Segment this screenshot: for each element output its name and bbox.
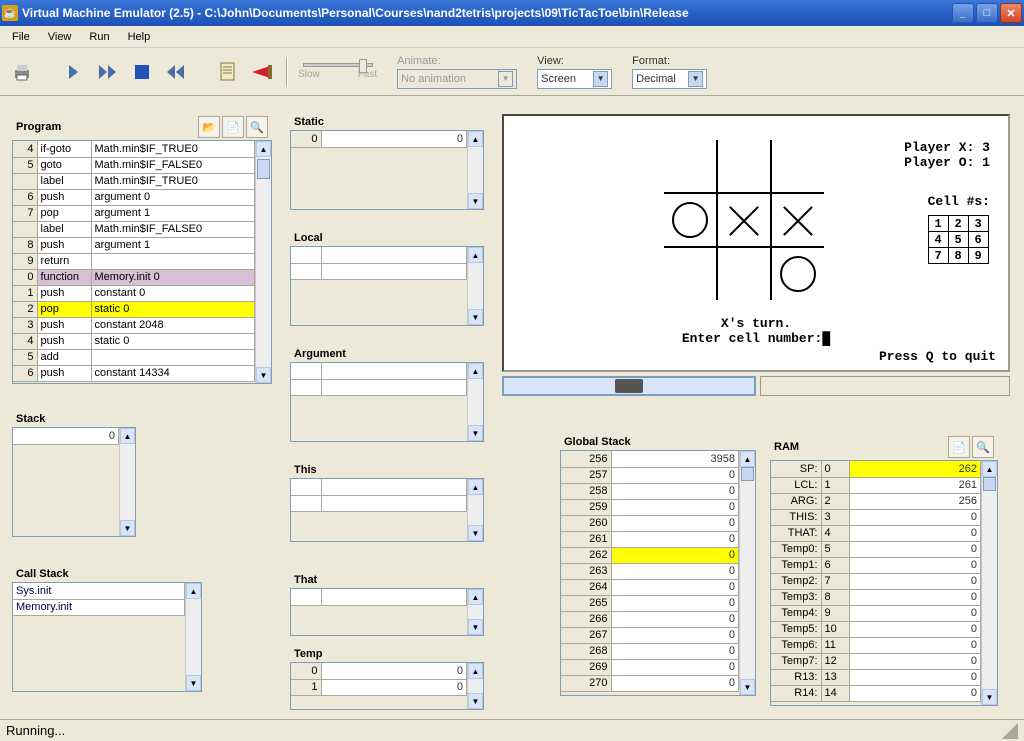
menu-run[interactable]: Run	[81, 29, 117, 45]
minimize-button[interactable]: _	[952, 3, 974, 23]
status-text: Running...	[6, 723, 65, 738]
script-button[interactable]	[214, 58, 242, 86]
ram-save-button[interactable]: 📄	[948, 436, 970, 458]
callstack-table[interactable]: Sys.initMemory.init	[13, 583, 185, 616]
step-button[interactable]	[60, 58, 88, 86]
maximize-button[interactable]: □	[976, 3, 998, 23]
keyboard-text-field[interactable]	[760, 376, 1010, 396]
score-o: Player O: 1	[904, 155, 990, 170]
local-title: Local	[294, 232, 323, 244]
mark-o	[672, 202, 708, 238]
menu-help[interactable]: Help	[120, 29, 159, 45]
animate-label: Animate:	[397, 55, 517, 67]
statusbar: Running...	[0, 719, 1024, 741]
ram-find-button[interactable]: 🔍	[972, 436, 994, 458]
save-button[interactable]: 📄	[222, 116, 244, 138]
view-label: View:	[537, 55, 612, 67]
animate-combo: No animation▼	[397, 69, 517, 89]
cell-number-grid: 123 456 789	[928, 215, 989, 264]
ram-table[interactable]: SP:0262LCL:1261ARG:2256THIS:30THAT:40Tem…	[771, 461, 981, 702]
resize-grip[interactable]	[1002, 723, 1018, 739]
globalstack-table[interactable]: 2563958257025802590260026102620263026402…	[561, 451, 739, 692]
find-button[interactable]: 🔍	[246, 116, 268, 138]
workspace: Program 📂 📄 🔍 4if-gotoMath.min$IF_TRUE05…	[0, 96, 1024, 719]
callstack-scrollbar[interactable]: ▲▼	[185, 583, 201, 691]
rewind-button[interactable]	[162, 58, 190, 86]
stack-scrollbar[interactable]: ▲▼	[119, 428, 135, 536]
argument-table[interactable]	[291, 363, 467, 396]
java-icon: ☕	[2, 5, 18, 21]
step-over-button[interactable]	[94, 58, 122, 86]
program-scrollbar[interactable]: ▲▼	[255, 141, 271, 383]
tictactoe-board	[664, 140, 824, 300]
argument-title: Argument	[294, 348, 346, 360]
temp-scrollbar[interactable]: ▲▼	[467, 663, 483, 709]
mark-x	[726, 202, 762, 238]
keyboard-input[interactable]	[502, 376, 756, 396]
toolbar-divider	[286, 57, 288, 87]
argument-scrollbar[interactable]: ▲▼	[467, 363, 483, 441]
quit-text: Press Q to quit	[879, 349, 996, 364]
format-combo[interactable]: Decimal▼	[632, 69, 707, 89]
that-table[interactable]	[291, 589, 467, 606]
static-title: Static	[294, 116, 324, 128]
menu-file[interactable]: File	[4, 29, 38, 45]
menubar: File View Run Help	[0, 26, 1024, 48]
breakpoint-button[interactable]	[248, 58, 276, 86]
local-scrollbar[interactable]: ▲▼	[467, 247, 483, 325]
that-scrollbar[interactable]: ▲▼	[467, 589, 483, 635]
format-label: Format:	[632, 55, 707, 67]
that-title: That	[294, 574, 317, 586]
turn-text: X's turn.	[504, 316, 1008, 331]
speed-slider[interactable]: SlowFast	[298, 63, 377, 80]
cell-label: Cell #s:	[928, 194, 990, 209]
view-combo[interactable]: Screen▼	[537, 69, 612, 89]
screen-view: Player X: 3 Player O: 1 Cell #s: 123 456…	[502, 114, 1010, 372]
window-title: Virtual Machine Emulator (2.5) - C:\John…	[22, 6, 950, 20]
static-table[interactable]: 00	[291, 131, 467, 148]
ram-scrollbar[interactable]: ▲▼	[981, 461, 997, 705]
this-scrollbar[interactable]: ▲▼	[467, 479, 483, 541]
prompt-text: Enter cell number:█	[504, 331, 1008, 346]
toolbar: SlowFast Animate: No animation▼ View: Sc…	[0, 48, 1024, 96]
mark-x	[780, 202, 816, 238]
program-title: Program	[16, 121, 61, 133]
keyboard-icon	[615, 379, 643, 393]
temp-table[interactable]: 0010	[291, 663, 467, 696]
ram-title: RAM	[774, 441, 799, 453]
stack-table[interactable]: 0	[13, 428, 119, 445]
this-title: This	[294, 464, 317, 476]
local-table[interactable]	[291, 247, 467, 280]
callstack-title: Call Stack	[16, 568, 69, 580]
temp-title: Temp	[294, 648, 323, 660]
score-x: Player X: 3	[904, 140, 990, 155]
globalstack-title: Global Stack	[564, 436, 631, 448]
stop-button[interactable]	[128, 58, 156, 86]
mark-o	[780, 256, 816, 292]
titlebar: ☕ Virtual Machine Emulator (2.5) - C:\Jo…	[0, 0, 1024, 26]
this-table[interactable]	[291, 479, 467, 512]
static-scrollbar[interactable]: ▲▼	[467, 131, 483, 209]
close-button[interactable]: ✕	[1000, 3, 1022, 23]
globalstack-scrollbar[interactable]: ▲▼	[739, 451, 755, 695]
menu-view[interactable]: View	[40, 29, 80, 45]
program-table[interactable]: 4if-gotoMath.min$IF_TRUE05gotoMath.min$I…	[13, 141, 255, 382]
open-folder-button[interactable]: 📂	[198, 116, 220, 138]
print-button[interactable]	[8, 58, 36, 86]
stack-title: Stack	[16, 413, 45, 425]
